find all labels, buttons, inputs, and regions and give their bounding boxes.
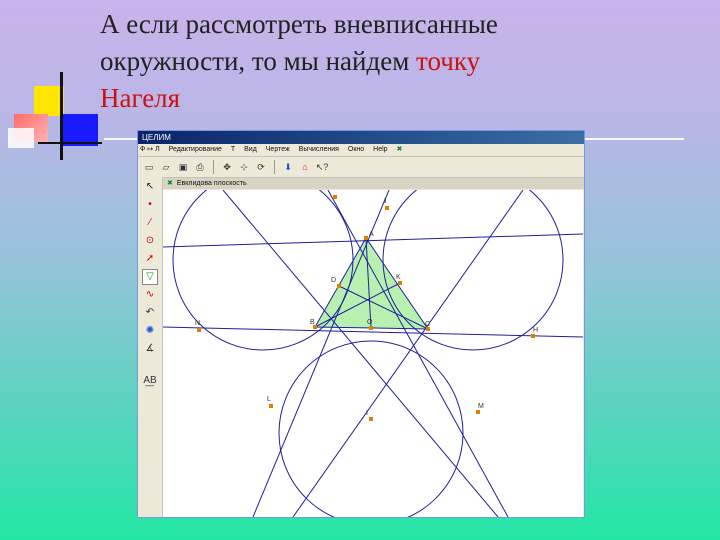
- locus-tool-icon[interactable]: ↶: [142, 305, 158, 321]
- menu-item-t[interactable]: Т: [231, 146, 235, 153]
- rotate-icon[interactable]: ⟳: [254, 160, 268, 174]
- ray-tool-icon[interactable]: ➚: [142, 251, 158, 267]
- polygon-tool-icon[interactable]: ▽: [142, 269, 158, 285]
- home-icon[interactable]: ⌂: [298, 160, 312, 174]
- label-n: N: [195, 320, 200, 327]
- label-h: H: [533, 327, 538, 334]
- label-a: A: [369, 231, 374, 238]
- measure-tool-icon[interactable]: ∡: [142, 341, 158, 357]
- deco-vertical-line: [60, 72, 63, 160]
- document-tab[interactable]: ✖ Евклидова плоскость: [163, 178, 584, 189]
- curve-tool-icon[interactable]: ∿: [142, 287, 158, 303]
- label-k: K: [396, 274, 401, 281]
- label-d: D: [331, 277, 336, 284]
- app-toolbar: ▭ ▱ ▣ ⎙ ✥ ⊹ ⟳ ⬇ ⌂ ↖?: [138, 157, 584, 178]
- title-line-2-text: окружности, то мы найдем: [100, 46, 417, 76]
- point[interactable]: [398, 281, 402, 285]
- toolbar-separator: [274, 160, 275, 174]
- print-icon[interactable]: ⎙: [193, 160, 207, 174]
- menu-item-file[interactable]: Ф ↦ Л: [140, 146, 160, 153]
- title-line-1: А если рассмотреть вневписанные: [100, 9, 498, 39]
- label-tool-icon[interactable]: A͟B: [142, 373, 158, 389]
- slide-title: А если рассмотреть вневписанные окружнос…: [100, 6, 700, 117]
- label-l: L: [267, 396, 271, 403]
- close-icon[interactable]: ✖: [397, 146, 403, 153]
- menu-item-edit[interactable]: Редактирование: [169, 146, 222, 153]
- line-diagonal-1: [222, 189, 499, 517]
- open-icon[interactable]: ▱: [159, 160, 173, 174]
- label-c: C: [425, 321, 430, 328]
- label-m: M: [478, 403, 484, 410]
- download-icon[interactable]: ⬇: [281, 160, 295, 174]
- deco-white-square: [8, 128, 34, 148]
- geometry-app-window: ЦЕЛИМ Ф ↦ Л Редактирование Т Вид Чертеж …: [137, 130, 585, 518]
- point[interactable]: [197, 328, 201, 332]
- title-line-3: Нагеля: [100, 83, 181, 113]
- geometry-drawing: A B C D K O H N L M I J: [162, 169, 584, 517]
- move-icon[interactable]: ✥: [220, 160, 234, 174]
- help-icon[interactable]: ↖?: [315, 160, 329, 174]
- app-menubar: Ф ↦ Л Редактирование Т Вид Чертеж Вычисл…: [138, 144, 584, 157]
- label-j: J: [383, 198, 387, 205]
- menu-item-window[interactable]: Окно: [348, 146, 364, 153]
- circle-tool-icon[interactable]: ⊙: [142, 233, 158, 249]
- label-i: I: [366, 410, 368, 417]
- doc-close-icon[interactable]: ✖: [167, 180, 173, 187]
- drawing-canvas[interactable]: A B C D K O H N L M I J: [162, 169, 584, 517]
- pointer-tool-icon[interactable]: ↖: [142, 179, 158, 195]
- new-icon[interactable]: ▭: [142, 160, 156, 174]
- menu-item-calc[interactable]: Вычисления: [299, 146, 339, 153]
- line-tool-icon[interactable]: ⁄: [142, 215, 158, 231]
- menu-item-help[interactable]: Help: [373, 146, 387, 153]
- point[interactable]: [364, 236, 368, 240]
- point[interactable]: [369, 417, 373, 421]
- menu-item-view[interactable]: Вид: [244, 146, 257, 153]
- menu-item-drawing[interactable]: Чертеж: [266, 146, 290, 153]
- excircle-bottom: [278, 340, 464, 517]
- deco-horizontal-line: [38, 142, 102, 144]
- line-left-side: [252, 189, 390, 517]
- app-titlebar[interactable]: ЦЕЛИМ: [138, 131, 584, 144]
- toolbar-separator: [213, 160, 214, 174]
- label-o: O: [367, 319, 373, 326]
- point[interactable]: [385, 206, 389, 210]
- point[interactable]: [333, 195, 337, 199]
- point[interactable]: [369, 326, 373, 330]
- tool-palette: ↖ • ⁄ ⊙ ➚ ▽ ∿ ↶ ✺ ∡ A͟B: [138, 177, 163, 517]
- point-tool-icon[interactable]: •: [142, 197, 158, 213]
- point[interactable]: [476, 410, 480, 414]
- point[interactable]: [337, 284, 341, 288]
- point[interactable]: [531, 334, 535, 338]
- animate-tool-icon[interactable]: ✺: [142, 323, 158, 339]
- document-tab-label: Евклидова плоскость: [176, 180, 247, 187]
- title-line-2: окружности, то мы найдем точку: [100, 43, 700, 80]
- save-icon[interactable]: ▣: [176, 160, 190, 174]
- title-line-2-red: точку: [416, 46, 481, 76]
- label-b: B: [310, 319, 315, 326]
- select-icon[interactable]: ⊹: [237, 160, 251, 174]
- point[interactable]: [269, 404, 273, 408]
